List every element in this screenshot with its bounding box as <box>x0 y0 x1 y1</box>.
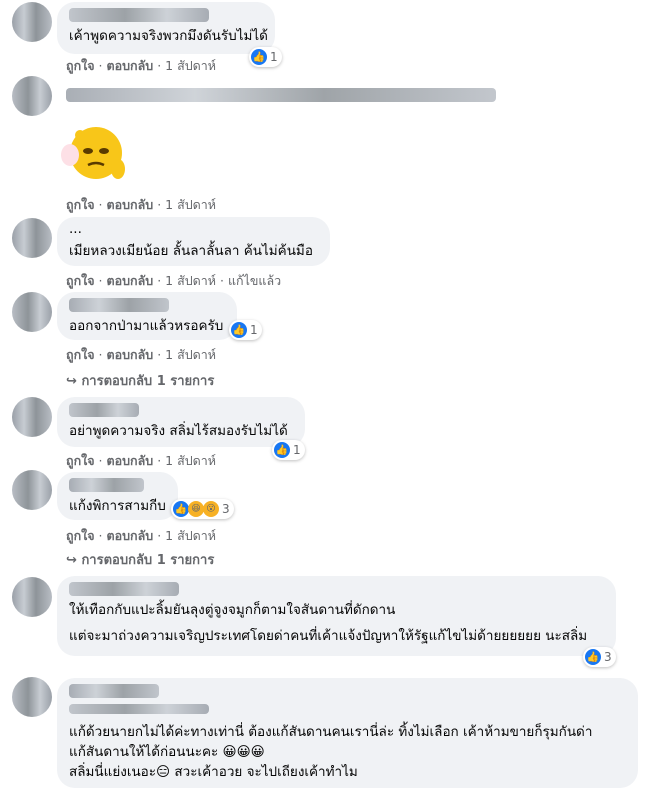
reaction-count: 3 <box>222 502 230 516</box>
reaction-summary[interactable]: 👍 1 <box>272 440 305 460</box>
commenter-name[interactable] <box>69 684 159 698</box>
reply-link[interactable]: ตอบกลับ <box>107 271 154 291</box>
avatar[interactable] <box>12 470 52 510</box>
reply-link[interactable]: ตอบกลับ <box>107 526 154 546</box>
timestamp[interactable]: 1 สัปดาห์ <box>165 56 216 76</box>
commenter-name[interactable] <box>66 88 496 102</box>
reaction-count: 3 <box>604 650 612 664</box>
avatar[interactable] <box>12 677 52 717</box>
commenter-tag[interactable] <box>69 704 209 714</box>
timestamp[interactable]: 1 สัปดาห์ <box>165 271 216 291</box>
comment-bubble: เค้าพูดความจริงพวกมึงดันรับไม่ได้ <box>57 2 275 54</box>
reaction-summary[interactable]: 👍 😆 😮 3 <box>171 499 234 519</box>
reaction-count: 1 <box>293 443 301 457</box>
reaction-count: 1 <box>270 50 278 64</box>
comment-actions: ถูกใจ · ตอบกลับ · 1 สัปดาห์ · แก้ไขแล้ว <box>66 271 281 291</box>
view-replies-link[interactable]: ↪ การตอบกลับ 1 รายการ <box>66 370 214 391</box>
comment-bubble: ให้เทือกกับแปะลิ้มยันลุงตู่จูงจมูกก็ตามใ… <box>57 576 616 656</box>
like-icon: 👍 <box>231 322 247 338</box>
haha-icon: 😆 <box>188 501 204 517</box>
replies-count: การตอบกลับ 1 รายการ <box>81 553 215 568</box>
comment-text-line-1: แก้ด้วยนายกไม่ได้ค่ะทางเท่านี่ ต้องแก้สั… <box>69 724 593 740</box>
wow-icon: 😮 <box>203 501 219 517</box>
comment-bubble: แก้งพิการสามกีบ <box>57 472 178 520</box>
comment-text-line-2: แก้สันดานให้ได้ก่อนนะคะ 😀😀😀 <box>69 744 265 760</box>
comment-actions: ถูกใจ · ตอบกลับ · 1 สัปดาห์ <box>66 526 216 546</box>
reaction-summary[interactable]: 👍 1 <box>249 47 282 67</box>
comment-text-line-3: สลิ่มนี่แย่งเนอะ😑 สวะเค้าอวย จะไปเถียงเค… <box>69 764 358 780</box>
commenter-name[interactable] <box>69 298 169 312</box>
edited-label[interactable]: แก้ไขแล้ว <box>228 271 281 291</box>
comment-text: เค้าพูดความจริงพวกมึงดันรับไม่ได้ <box>69 28 268 44</box>
like-link[interactable]: ถูกใจ <box>66 451 95 471</box>
view-replies-link[interactable]: ↪ การตอบกลับ 1 รายการ <box>66 549 214 570</box>
reaction-summary[interactable]: 👍 1 <box>229 320 262 340</box>
reply-link[interactable]: ตอบกลับ <box>107 451 154 471</box>
reply-link[interactable]: ตอบกลับ <box>107 345 154 365</box>
comment-text-prefix: ... <box>69 221 82 237</box>
like-link[interactable]: ถูกใจ <box>66 56 95 76</box>
like-icon: 👍 <box>274 442 290 458</box>
comment-text: เมียหลวงเมียน้อย ลั้นลาลั้นลา ค้นไม่ค้นม… <box>69 243 313 259</box>
avatar[interactable] <box>12 2 52 42</box>
timestamp[interactable]: 1 สัปดาห์ <box>165 345 216 365</box>
commenter-name[interactable] <box>69 582 179 596</box>
comment-bubble: อย่าพูดความจริง สลิ่มไร้สมองรับไม่ได้ <box>57 397 305 447</box>
commenter-name[interactable] <box>69 478 144 492</box>
timestamp[interactable]: 1 สัปดาห์ <box>165 195 216 215</box>
reply-arrow-icon: ↪ <box>66 553 77 568</box>
reply-link[interactable]: ตอบกลับ <box>107 195 154 215</box>
like-link[interactable]: ถูกใจ <box>66 271 95 291</box>
comment-actions: ถูกใจ · ตอบกลับ · 1 สัปดาห์ <box>66 56 216 76</box>
reaction-count: 1 <box>250 323 258 337</box>
avatar[interactable] <box>12 577 52 617</box>
commenter-name[interactable] <box>69 8 209 22</box>
commenter-name[interactable] <box>69 403 139 417</box>
like-icon: 👍 <box>173 501 189 517</box>
like-link[interactable]: ถูกใจ <box>66 345 95 365</box>
replies-count: การตอบกลับ 1 รายการ <box>81 374 215 389</box>
like-icon: 👍 <box>585 649 601 665</box>
timestamp[interactable]: 1 สัปดาห์ <box>165 451 216 471</box>
comment-text-line-1: ให้เทือกกับแปะลิ้มยันลุงตู่จูงจมูกก็ตามใ… <box>69 602 396 618</box>
comment-text: ออกจากป่ามาแล้วหรอครับ <box>69 318 224 334</box>
comment-actions: ถูกใจ · ตอบกลับ · 1 สัปดาห์ <box>66 195 216 215</box>
avatar[interactable] <box>12 397 52 437</box>
reaction-summary[interactable]: 👍 3 <box>583 647 616 667</box>
comment-actions: ถูกใจ · ตอบกลับ · 1 สัปดาห์ <box>66 345 216 365</box>
comment-text: แก้งพิการสามกีบ <box>69 498 166 514</box>
comment-text-line-2: แต่จะมาถ่วงความเจริญประเทศโดยด่าคนที่เค้… <box>69 628 588 644</box>
comment-actions: ถูกใจ · ตอบกลับ · 1 สัปดาห์ <box>66 451 216 471</box>
reply-link[interactable]: ตอบกลับ <box>107 56 154 76</box>
avatar[interactable] <box>12 292 52 332</box>
avatar[interactable] <box>12 76 52 116</box>
sticker-image <box>61 127 125 179</box>
like-icon: 👍 <box>251 49 267 65</box>
comment-text: อย่าพูดความจริง สลิ่มไร้สมองรับไม่ได้ <box>69 423 288 439</box>
avatar[interactable] <box>12 218 52 258</box>
like-link[interactable]: ถูกใจ <box>66 526 95 546</box>
timestamp[interactable]: 1 สัปดาห์ <box>165 526 216 546</box>
comment-bubble: ... เมียหลวงเมียน้อย ลั้นลาลั้นลา ค้นไม่… <box>57 217 330 266</box>
comment-bubble: แก้ด้วยนายกไม่ได้ค่ะทางเท่านี่ ต้องแก้สั… <box>57 678 638 788</box>
reply-arrow-icon: ↪ <box>66 374 77 389</box>
like-link[interactable]: ถูกใจ <box>66 195 95 215</box>
comment-bubble: ออกจากป่ามาแล้วหรอครับ <box>57 292 237 340</box>
